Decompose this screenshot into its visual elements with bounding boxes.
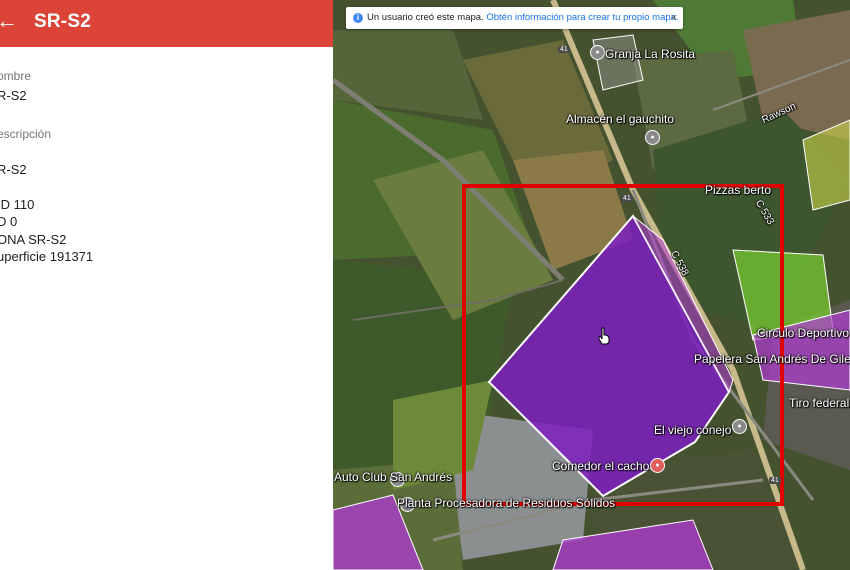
place-label[interactable]: Planta Procesadora de Residuos Sólidos [397,496,615,510]
map-notice-banner: i Un usuario creó este mapa. Obtén infor… [346,7,683,29]
arrow-left-icon: ← [0,8,18,33]
restaurant-pin-icon[interactable]: ● [650,458,665,473]
close-notice-button[interactable]: × [671,7,677,29]
description-label: escripción [0,127,52,141]
info-icon: i [353,13,363,23]
place-label[interactable]: Circulo Deportivo Familiar [757,326,850,340]
map-imagery [333,0,850,570]
description-line: uperficie 191371 [0,249,94,264]
back-button[interactable]: ← [0,6,22,36]
place-label[interactable]: Granja La Rosita [605,47,695,61]
place-label[interactable]: Tiro federal [789,396,849,410]
panel-title: SR-S2 [34,11,91,32]
place-label[interactable]: Pizzas berto [705,183,771,197]
place-label[interactable]: Almacén el gauchito [566,112,674,126]
place-label[interactable]: Papelera San Andrés De Giles [694,352,850,366]
create-map-link[interactable]: Obtén información para crear tu propio m… [486,12,678,23]
place-pin-icon[interactable]: ● [645,130,660,145]
route-shield: 41 [769,477,781,484]
notice-text: Un usuario creó este mapa. [367,12,484,23]
name-value: R-S2 [0,88,27,103]
route-shield: 41 [558,46,570,53]
description-line: R-S2 [0,162,27,177]
route-shield: 41 [621,195,633,202]
hand-cursor-icon [598,327,610,345]
satellite-map[interactable]: ● Granja La Rosita ● Almacén el gauchito… [333,0,850,570]
place-pin-icon[interactable]: ● [590,45,605,60]
description-line: D 0 [0,214,18,229]
description-line: ONA SR-S2 [0,232,67,247]
panel-header: ← SR-S2 [0,0,333,47]
place-pin-icon[interactable]: ● [732,419,747,434]
place-label[interactable]: Auto Club San Andrés [334,470,452,484]
name-label: ombre [0,69,32,83]
description-line: ID 110 [0,197,35,212]
feature-details-panel: ← SR-S2 ombre R-S2 escripción R-S2 ID 11… [0,0,334,570]
place-label[interactable]: El viejo conejo [654,423,731,437]
place-label[interactable]: Comedor el cacho [552,459,649,473]
